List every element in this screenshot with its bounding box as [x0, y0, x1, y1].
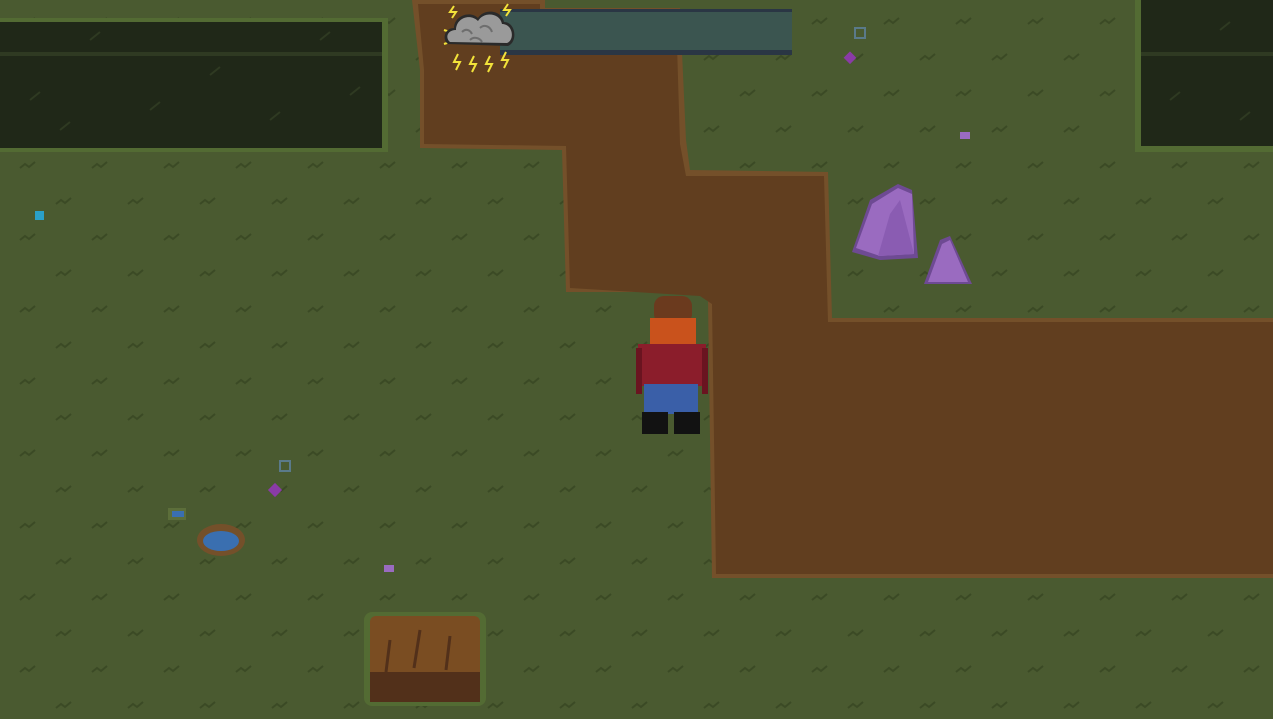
weather-hud — [440, 0, 800, 76]
thunderstorm-cloud-icon — [443, 3, 515, 73]
hedge-right — [1135, 0, 1273, 152]
hedge-left — [0, 18, 388, 152]
weather-meter-fill — [500, 12, 792, 50]
game-world[interactable] — [0, 0, 1273, 719]
hay-bale — [364, 612, 486, 706]
weather-meter-bar — [500, 9, 792, 55]
